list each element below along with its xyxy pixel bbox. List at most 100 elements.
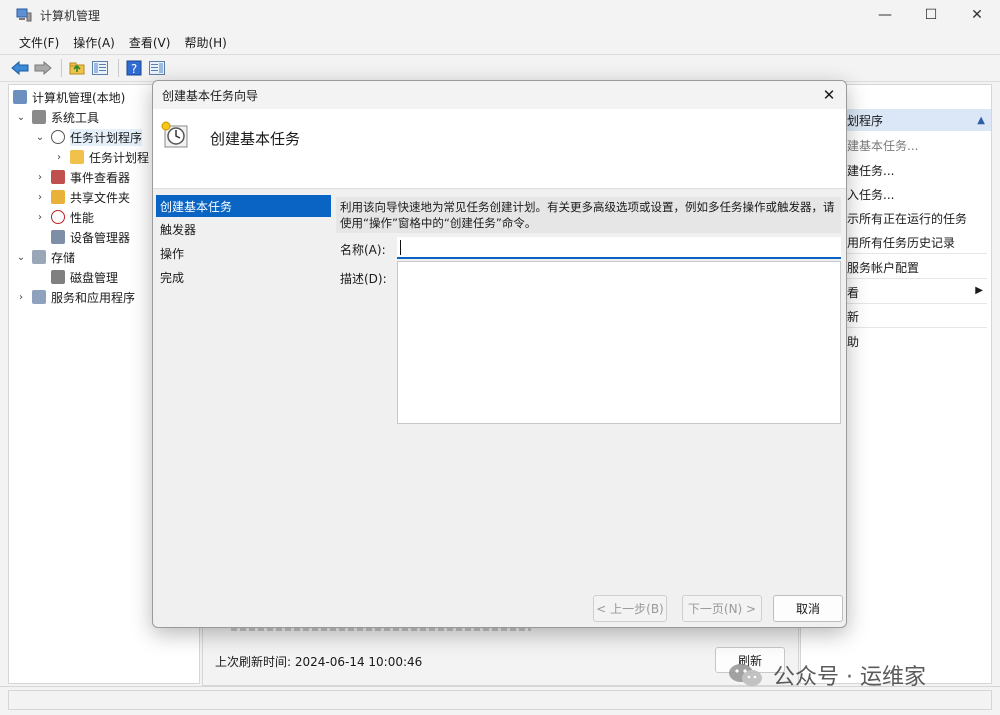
tree-item-label: 设备管理器 bbox=[70, 230, 131, 245]
toolbar-separator bbox=[61, 59, 62, 77]
menu-view[interactable]: 查看(V) bbox=[122, 34, 178, 51]
tree-item-event-viewer[interactable]: › 事件查看器 bbox=[34, 167, 130, 187]
computer-icon bbox=[13, 90, 27, 104]
actions-header-label: 划程序 bbox=[847, 113, 884, 128]
tree-item-disk-management[interactable]: 磁盘管理 bbox=[51, 267, 118, 287]
services-icon bbox=[32, 290, 46, 304]
window-title: 计算机管理 bbox=[40, 8, 101, 23]
show-hide-action-pane-icon[interactable] bbox=[147, 58, 167, 78]
action-import-task[interactable]: 入任务... bbox=[847, 186, 894, 203]
wizard-steps: 创建基本任务 触发器 操作 完成 bbox=[156, 195, 331, 289]
status-bar-panel bbox=[8, 690, 992, 710]
tree-item-label: 磁盘管理 bbox=[70, 270, 119, 285]
chevron-down-icon[interactable]: ⌄ bbox=[15, 112, 27, 123]
show-hide-tree-icon[interactable] bbox=[90, 58, 110, 78]
close-button[interactable]: ✕ bbox=[954, 0, 1000, 30]
submenu-arrow-icon: ▶ bbox=[975, 285, 983, 296]
last-refresh-time: 上次刷新时间: 2024-06-14 10:00:46 bbox=[215, 655, 423, 669]
action-enable-history[interactable]: 用所有任务历史记录 bbox=[847, 234, 955, 251]
tree-item-label: 计算机管理(本地) bbox=[32, 90, 126, 105]
tree-item-services-applications[interactable]: › 服务和应用程序 bbox=[15, 287, 135, 307]
tree-item-label: 服务和应用程序 bbox=[51, 290, 136, 305]
action-help[interactable]: 助 bbox=[847, 333, 859, 350]
dialog-close-button[interactable]: ✕ bbox=[816, 84, 842, 106]
chevron-right-icon[interactable]: › bbox=[34, 212, 46, 223]
name-label: 名称(A): bbox=[340, 243, 386, 257]
dialog-title: 创建基本任务向导 bbox=[162, 88, 259, 103]
menu-help[interactable]: 帮助(H) bbox=[177, 34, 233, 51]
chevron-right-icon[interactable]: › bbox=[34, 192, 46, 203]
action-view[interactable]: 看 bbox=[847, 284, 859, 301]
help-icon[interactable]: ? bbox=[124, 58, 144, 78]
action-at-service-account[interactable]: 服务帐户配置 bbox=[847, 259, 919, 276]
event-viewer-icon bbox=[51, 170, 65, 184]
tree-item-label: 事件查看器 bbox=[70, 170, 131, 185]
device-manager-icon bbox=[51, 230, 65, 244]
clock-icon bbox=[51, 130, 65, 144]
description-input[interactable] bbox=[397, 261, 841, 424]
watermark: 公众号 · 运维家 bbox=[727, 660, 926, 690]
toolbar-separator bbox=[118, 59, 119, 77]
up-folder-icon[interactable] bbox=[67, 58, 87, 78]
wizard-step-trigger[interactable]: 触发器 bbox=[156, 217, 331, 241]
tree-item-task-scheduler[interactable]: ⌄ 任务计划程序 bbox=[34, 127, 143, 147]
action-create-basic-task[interactable]: 建基本任务... bbox=[847, 137, 918, 154]
performance-icon bbox=[51, 210, 65, 224]
tree-item-label: 共享文件夹 bbox=[70, 190, 131, 205]
tree-item-device-manager[interactable]: 设备管理器 bbox=[51, 227, 130, 247]
folder-icon bbox=[70, 150, 84, 164]
tree-item-system-tools[interactable]: ⌄ 系统工具 bbox=[15, 107, 99, 127]
task-scheduler-summary: 上次刷新时间: 2024-06-14 10:00:46 刷新 bbox=[202, 620, 799, 686]
tree-item-label: 性能 bbox=[70, 210, 95, 225]
tree-item-computer-management[interactable]: 计算机管理(本地) bbox=[13, 87, 125, 107]
wizard-step-action[interactable]: 操作 bbox=[156, 241, 331, 265]
disk-icon bbox=[51, 270, 65, 284]
tree-item-label: 任务计划程 bbox=[89, 150, 150, 165]
computer-management-icon bbox=[16, 8, 32, 22]
chevron-right-icon[interactable]: › bbox=[15, 292, 27, 303]
wizard-step-finish[interactable]: 完成 bbox=[156, 265, 331, 289]
cancel-button[interactable]: 取消 bbox=[773, 595, 843, 622]
wizard-description: 利用该向导快速地为常见任务创建计划。有关更多高级选项或设置，例如多任务操作或触发… bbox=[336, 197, 841, 233]
menu-bar: 文件(F) 操作(A) 查看(V) 帮助(H) bbox=[0, 30, 1000, 54]
chevron-down-icon[interactable]: ⌄ bbox=[34, 132, 46, 143]
menu-file[interactable]: 文件(F) bbox=[12, 34, 66, 51]
chevron-right-icon[interactable]: › bbox=[53, 152, 65, 163]
collapse-icon[interactable]: ▲ bbox=[977, 115, 985, 126]
next-button[interactable]: 下一页(N) > bbox=[682, 595, 762, 622]
name-input[interactable] bbox=[397, 237, 841, 259]
dialog-heading: 创建基本任务 bbox=[210, 130, 301, 148]
watermark-text: 公众号 · 运维家 bbox=[773, 665, 926, 690]
divider bbox=[847, 303, 987, 304]
chevron-down-icon[interactable]: ⌄ bbox=[15, 252, 27, 263]
task-clock-icon bbox=[161, 121, 189, 149]
minimize-button[interactable]: — bbox=[862, 0, 908, 30]
forward-icon[interactable] bbox=[33, 58, 53, 78]
tree-item-label: 任务计划程序 bbox=[70, 128, 143, 146]
back-button[interactable]: < 上一步(B) bbox=[593, 595, 667, 622]
menu-action[interactable]: 操作(A) bbox=[66, 34, 122, 51]
action-create-task[interactable]: 建任务... bbox=[847, 162, 894, 179]
create-basic-task-wizard: 创建基本任务向导 ✕ 创建基本任务 创建基本任务 触发器 操作 完成 利用该向导… bbox=[152, 80, 847, 628]
back-icon[interactable] bbox=[10, 58, 30, 78]
shared-folder-icon bbox=[51, 190, 65, 204]
tree-item-storage[interactable]: ⌄ 存储 bbox=[15, 247, 75, 267]
action-display-running-tasks[interactable]: 示所有正在运行的任务 bbox=[847, 210, 967, 227]
tree-item-performance[interactable]: › 性能 bbox=[34, 207, 94, 227]
tree-item-task-scheduler-library[interactable]: › 任务计划程 bbox=[53, 147, 149, 167]
tree-item-shared-folders[interactable]: › 共享文件夹 bbox=[34, 187, 130, 207]
wechat-icon bbox=[727, 662, 765, 688]
chevron-right-icon[interactable]: › bbox=[34, 172, 46, 183]
maximize-button[interactable]: ☐ bbox=[908, 0, 954, 30]
tools-icon bbox=[32, 110, 46, 124]
storage-icon bbox=[32, 250, 46, 264]
toolbar: ? bbox=[0, 54, 1000, 82]
divider bbox=[847, 278, 987, 279]
dialog-title-bar: 创建基本任务向导 ✕ bbox=[153, 81, 846, 109]
svg-text:?: ? bbox=[131, 62, 137, 76]
action-refresh[interactable]: 新 bbox=[847, 308, 859, 325]
description-label: 描述(D): bbox=[340, 272, 387, 286]
tree-item-label: 系统工具 bbox=[51, 110, 100, 125]
dialog-header: 创建基本任务 bbox=[153, 109, 846, 189]
wizard-step-create-basic-task[interactable]: 创建基本任务 bbox=[156, 195, 331, 217]
